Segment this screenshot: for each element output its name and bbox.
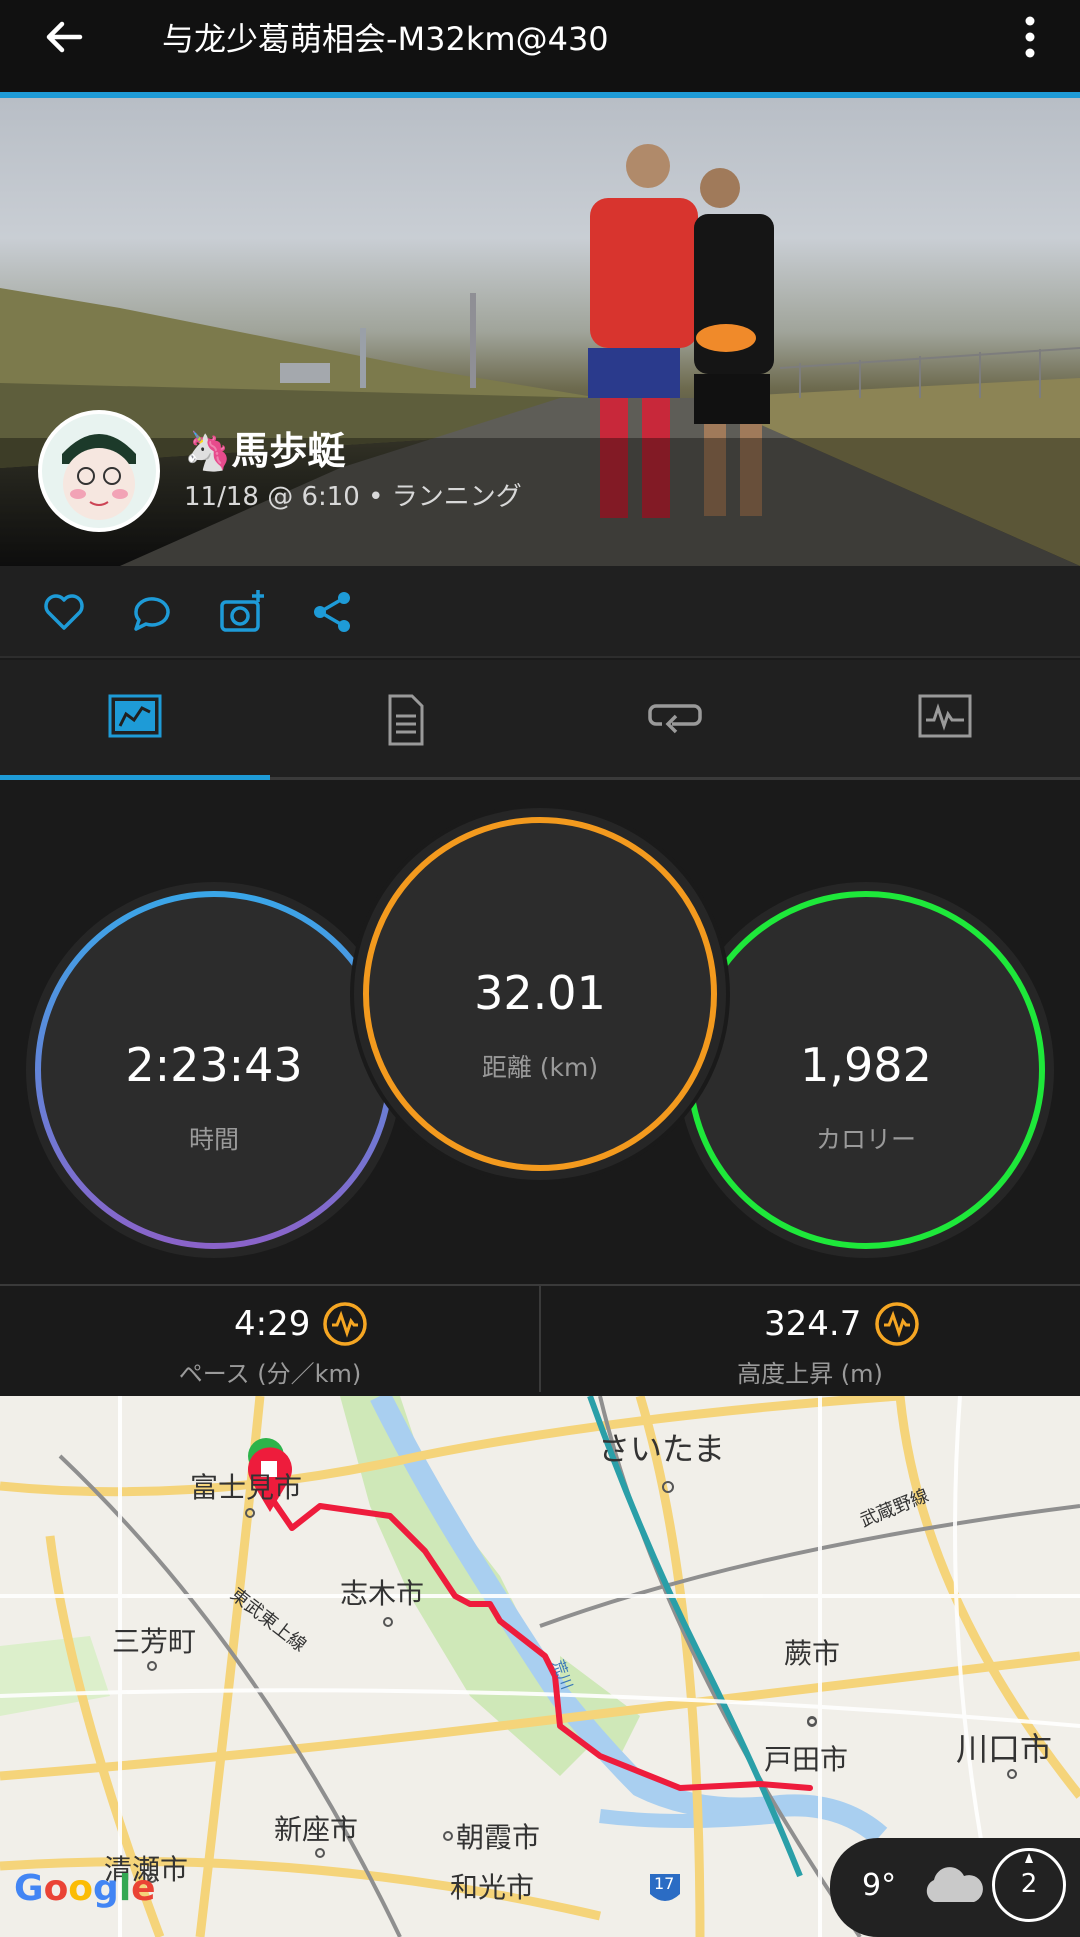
time-ring[interactable]: 2:23:43 時間 bbox=[24, 880, 404, 1260]
pace-stat[interactable]: 4:29 ペース (分／km) bbox=[0, 1286, 540, 1392]
pace-label: ペース (分／km) bbox=[178, 1360, 362, 1388]
map-label-wako: 和光市 bbox=[450, 1871, 535, 1904]
calories-ring[interactable]: 1,982 カロリー bbox=[676, 880, 1056, 1260]
elevation-label: 高度上昇 (m) bbox=[737, 1360, 883, 1388]
map-label-saitama: さいたま bbox=[598, 1430, 726, 1468]
photo-scene bbox=[0, 144, 1080, 566]
app-bar: 与龙少葛萌相会-M32km@430 bbox=[0, 0, 1080, 98]
add-photo-icon[interactable] bbox=[218, 588, 266, 636]
loop-icon bbox=[648, 704, 702, 734]
user-name[interactable]: 🦄馬歩蜓 bbox=[184, 420, 345, 475]
elevation-stat[interactable]: 324.7 高度上昇 (m) bbox=[540, 1286, 1080, 1392]
cloud-icon bbox=[926, 1867, 983, 1902]
map-label-miyoshi: 三芳町 bbox=[112, 1625, 197, 1658]
calories-label: カロリー bbox=[815, 1125, 916, 1154]
distance-value: 32.01 bbox=[474, 966, 606, 1020]
tab-bar bbox=[0, 660, 1080, 780]
chart-icon bbox=[108, 694, 162, 738]
time-label: 時間 bbox=[188, 1125, 239, 1154]
graphs-tab[interactable] bbox=[810, 660, 1080, 776]
map-label-shiki: 志木市 bbox=[340, 1577, 425, 1610]
map-label-kawaguchi: 川口市 bbox=[956, 1730, 1053, 1768]
details-tab[interactable] bbox=[270, 660, 540, 776]
map-label-fujimi: 富士見市 bbox=[190, 1471, 303, 1504]
time-value: 2:23:43 bbox=[125, 1038, 303, 1092]
activity-subtitle: 11/18 @ 6:10 • ランニング bbox=[184, 482, 522, 512]
secondary-stats: 4:29 ペース (分／km) 324.7 高度上昇 (m) bbox=[0, 1284, 1080, 1392]
document-icon bbox=[388, 694, 424, 746]
activity-badge-icon bbox=[323, 1302, 367, 1346]
google-logo: Google bbox=[14, 1868, 156, 1909]
more-vertical-icon[interactable] bbox=[1010, 12, 1050, 62]
distance-ring[interactable]: 32.01 距離 (km) bbox=[350, 804, 730, 1184]
route-map[interactable]: 富士見市 さいたま 志木市 三芳町 蕨市 戸田市 川口市 新座市 朝霞市 清瀬市… bbox=[0, 1396, 1080, 1937]
laps-tab[interactable] bbox=[540, 660, 810, 776]
stats-panel: 2:23:43 時間 1,982 カロリー 32.01 距離 (km) bbox=[0, 780, 1080, 1284]
elevation-value: 324.7 bbox=[764, 1304, 862, 1344]
activity-badge-icon bbox=[875, 1302, 919, 1346]
map-label-niiza: 新座市 bbox=[274, 1813, 359, 1846]
stats-tab[interactable] bbox=[0, 660, 270, 776]
arrow-left-icon[interactable] bbox=[40, 12, 90, 62]
heart-icon[interactable] bbox=[40, 588, 88, 636]
map-label-toda: 戸田市 bbox=[764, 1743, 849, 1776]
calories-value: 1,982 bbox=[800, 1038, 932, 1092]
activity-title: 与龙少葛萌相会-M32km@430 bbox=[162, 20, 609, 58]
map-label-asaka: 朝霞市 bbox=[456, 1821, 541, 1854]
avatar[interactable] bbox=[38, 410, 160, 532]
map-label-route17: 17 bbox=[654, 1874, 675, 1893]
pace-value: 4:29 bbox=[234, 1304, 311, 1344]
weather-temperature: 9° bbox=[862, 1868, 897, 1903]
wind-indicator: 2 bbox=[992, 1848, 1066, 1922]
share-icon[interactable] bbox=[308, 588, 356, 636]
graph-icon bbox=[918, 694, 972, 738]
comment-icon[interactable] bbox=[128, 588, 176, 636]
wind-arrow-icon bbox=[1025, 1853, 1033, 1863]
weather-widget[interactable]: 9° 2 bbox=[830, 1838, 1080, 1937]
activity-photo[interactable]: 🦄馬歩蜓 11/18 @ 6:10 • ランニング bbox=[0, 98, 1080, 566]
distance-label: 距離 (km) bbox=[481, 1053, 599, 1082]
action-bar bbox=[0, 566, 1080, 658]
map-label-warabi: 蕨市 bbox=[784, 1637, 841, 1670]
